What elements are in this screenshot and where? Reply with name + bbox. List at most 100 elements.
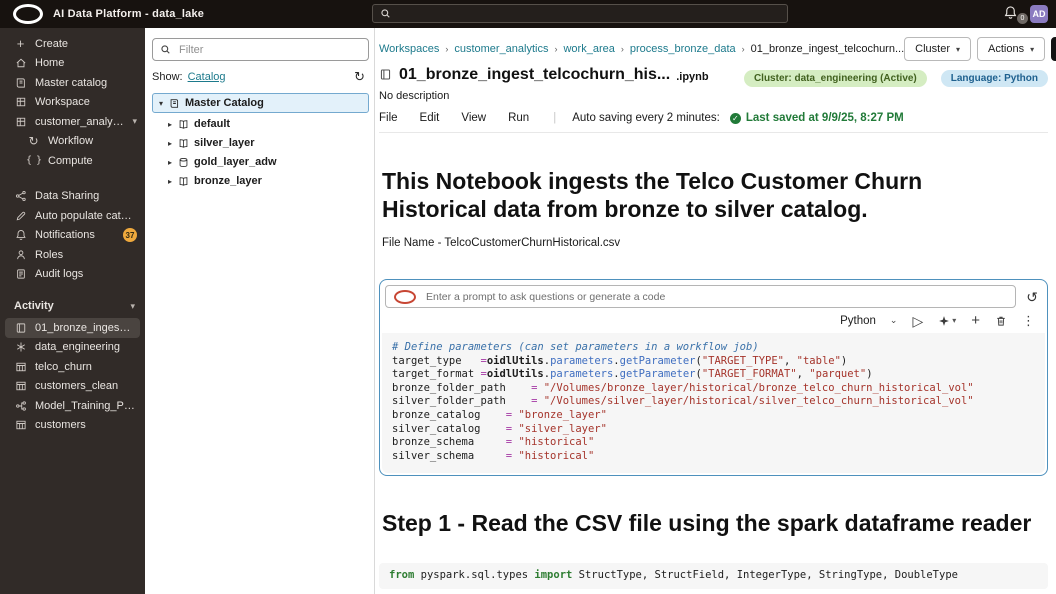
activity-label: Activity	[14, 300, 54, 312]
nav-item-label: Master catalog	[35, 76, 108, 89]
tree-node-gold_layer_adw[interactable]: ▸ gold_layer_adw	[152, 154, 369, 170]
sidebar-item-customer-analytics[interactable]: customer_analytics ▾	[0, 112, 145, 132]
breadcrumb-separator: ›	[620, 44, 624, 54]
activity-item-customers[interactable]: customers	[0, 416, 145, 436]
delete-cell-button[interactable]	[995, 315, 1007, 327]
chevron-right-icon: ▸	[168, 157, 173, 167]
cell-menu-button[interactable]: ⋮	[1022, 314, 1035, 327]
filter-input[interactable]	[177, 42, 361, 57]
add-cell-button[interactable]: +	[971, 313, 980, 328]
check-circle-icon: ✓	[729, 112, 741, 124]
pencil-icon	[14, 209, 27, 222]
topbar-right: 0 AD	[1003, 0, 1048, 28]
menu-view[interactable]: View	[461, 112, 486, 124]
bell-icon	[14, 229, 27, 242]
ai-prompt-input[interactable]	[424, 289, 1008, 304]
sidebar-item-data-sharing[interactable]: Data Sharing	[0, 187, 145, 207]
notebook-extension: .ipynb	[676, 70, 709, 83]
nav-item-label: Notifications	[35, 229, 95, 242]
activity-item-customers-clean[interactable]: customers_clean	[0, 377, 145, 397]
ai-assist-button[interactable]: ▾	[938, 315, 956, 327]
refresh-icon[interactable]: ↻	[354, 70, 365, 83]
chevron-down-icon: ▾	[1030, 44, 1035, 54]
history-icon[interactable]: ↺	[1023, 290, 1041, 304]
app-root: AI Data Platform - data_lake 0 AD + Creat…	[0, 0, 1056, 594]
global-search-input[interactable]	[372, 4, 788, 23]
notebook-title[interactable]: 01_bronze_ingest_telcochurn_his...	[399, 66, 670, 84]
notebook-icon	[14, 321, 27, 334]
activity-item-telco-churn[interactable]: telco_churn	[0, 357, 145, 377]
actions-button[interactable]: Actions ▾	[977, 37, 1046, 61]
show-row: Show: Catalog ↻	[152, 70, 369, 83]
breadcrumb-link[interactable]: process_bronze_data	[630, 43, 736, 55]
nav-item-label: Auto populate catalog	[35, 209, 137, 222]
breadcrumb-link[interactable]: Workspaces	[379, 43, 439, 55]
menu-run[interactable]: Run	[508, 112, 529, 124]
sidebar-item-notifications[interactable]: Notifications 37	[0, 226, 145, 246]
chevron-down-icon: ⌄	[889, 315, 898, 326]
breadcrumb-separator: ›	[445, 44, 449, 54]
activity-section-header[interactable]: Activity ▾	[0, 284, 145, 318]
sidebar-nav-list: + Create Home Master catalog Workspace custom…	[0, 34, 145, 284]
sidebar-item-create[interactable]: + Create	[0, 34, 145, 54]
cell-language-select[interactable]: Python ⌄	[840, 315, 897, 327]
sidebar-item-compute[interactable]: { } Compute	[0, 151, 145, 171]
spark-icon	[14, 341, 27, 354]
plus-icon: +	[16, 36, 25, 52]
breadcrumb-link[interactable]: work_area	[563, 43, 614, 55]
code-editor[interactable]: # Define parameters (can set parameters …	[382, 333, 1045, 474]
tree-node-label: bronze_layer	[194, 175, 262, 187]
tree-node-default[interactable]: ▸ default	[152, 116, 369, 132]
book-icon	[177, 118, 189, 130]
app-title: AI Data Platform - data_lake	[53, 8, 205, 20]
table-icon	[14, 360, 27, 373]
sidebar-item-master-catalog[interactable]: Master catalog	[0, 73, 145, 93]
run-cell-button[interactable]: ▷	[912, 314, 923, 328]
tree-node-bronze_layer[interactable]: ▸ bronze_layer	[152, 173, 369, 189]
nav-item-label: Roles	[35, 248, 64, 261]
chevron-right-icon: ▸	[168, 138, 173, 148]
sidebar-item-home[interactable]: Home	[0, 54, 145, 74]
sidebar-item-roles[interactable]: Roles	[0, 245, 145, 265]
notebook-title-row: 01_bronze_ingest_telcochurn_his... .ipyn…	[379, 66, 1048, 87]
notebook-menu-bar: File Edit View Run | Auto saving every 2 mi…	[379, 112, 1048, 133]
sidebar-item-workspace[interactable]: Workspace	[0, 93, 145, 113]
notebook-description: No description	[379, 90, 450, 102]
ai-prompt-row: ↺	[380, 280, 1047, 310]
chevron-down-icon: ▾	[130, 300, 135, 311]
tree-node-silver_layer[interactable]: ▸ silver_layer	[152, 135, 369, 151]
cluster-button[interactable]: Cluster ▾	[904, 37, 971, 61]
menu-divider: |	[553, 112, 557, 124]
activity-item-01-bronze-ingest-tel[interactable]: 01_bronze_ingest_tel...	[5, 318, 140, 338]
notebook-code-cell: ↺ Python ⌄ ▷ ▾ + ⋮	[379, 279, 1048, 477]
breadcrumb: Workspaces › customer_analytics › work_area ›…	[379, 43, 904, 55]
chevron-down-icon: ▾	[952, 315, 957, 325]
main-content: Workspaces › customer_analytics › work_area ›…	[375, 28, 1056, 594]
user-avatar[interactable]: AD	[1030, 5, 1048, 23]
notifications-bell-icon[interactable]: 0	[1003, 5, 1028, 24]
table-icon	[14, 419, 27, 432]
notebook-badges: Cluster: data_engineering (Active) Langu…	[743, 70, 1048, 87]
run-all-button[interactable]: Run all	[1051, 37, 1056, 61]
code-cell-imports[interactable]: from pyspark.sql.types import StructType…	[379, 563, 1048, 590]
catalog-show-link[interactable]: Catalog	[188, 71, 226, 83]
catalog-tree: ▾ Master Catalog ▸ default ▸ silver_layer ▸ g…	[152, 93, 369, 189]
menu-edit[interactable]: Edit	[420, 112, 440, 124]
tree-node-master-catalog[interactable]: ▾ Master Catalog	[152, 93, 369, 113]
tree-node-label: default	[194, 118, 231, 130]
catalog-icon	[14, 76, 27, 89]
sparkle-icon	[939, 315, 950, 326]
activity-item-data-engineering[interactable]: data_engineering	[0, 338, 145, 358]
sidebar-item-audit-logs[interactable]: Audit logs	[0, 265, 145, 285]
sidebar-item-workflow[interactable]: ↻ Workflow	[0, 132, 145, 152]
menu-file[interactable]: File	[379, 112, 398, 124]
chevron-right-icon: ▸	[168, 176, 173, 186]
home-icon	[14, 57, 27, 70]
sidebar-item-auto-populate-catalog[interactable]: Auto populate catalog	[0, 206, 145, 226]
cluster-status-badge: Cluster: data_engineering (Active)	[743, 70, 927, 87]
breadcrumb-link[interactable]: customer_analytics	[454, 43, 548, 55]
breadcrumb-current: 01_bronze_ingest_telcochurn...	[750, 43, 905, 55]
search-icon	[381, 9, 390, 18]
activity-item-list: 01_bronze_ingest_tel... data_engineeringt…	[0, 318, 145, 435]
activity-item-model-training-pipel[interactable]: Model_Training_Pipel...	[0, 396, 145, 416]
